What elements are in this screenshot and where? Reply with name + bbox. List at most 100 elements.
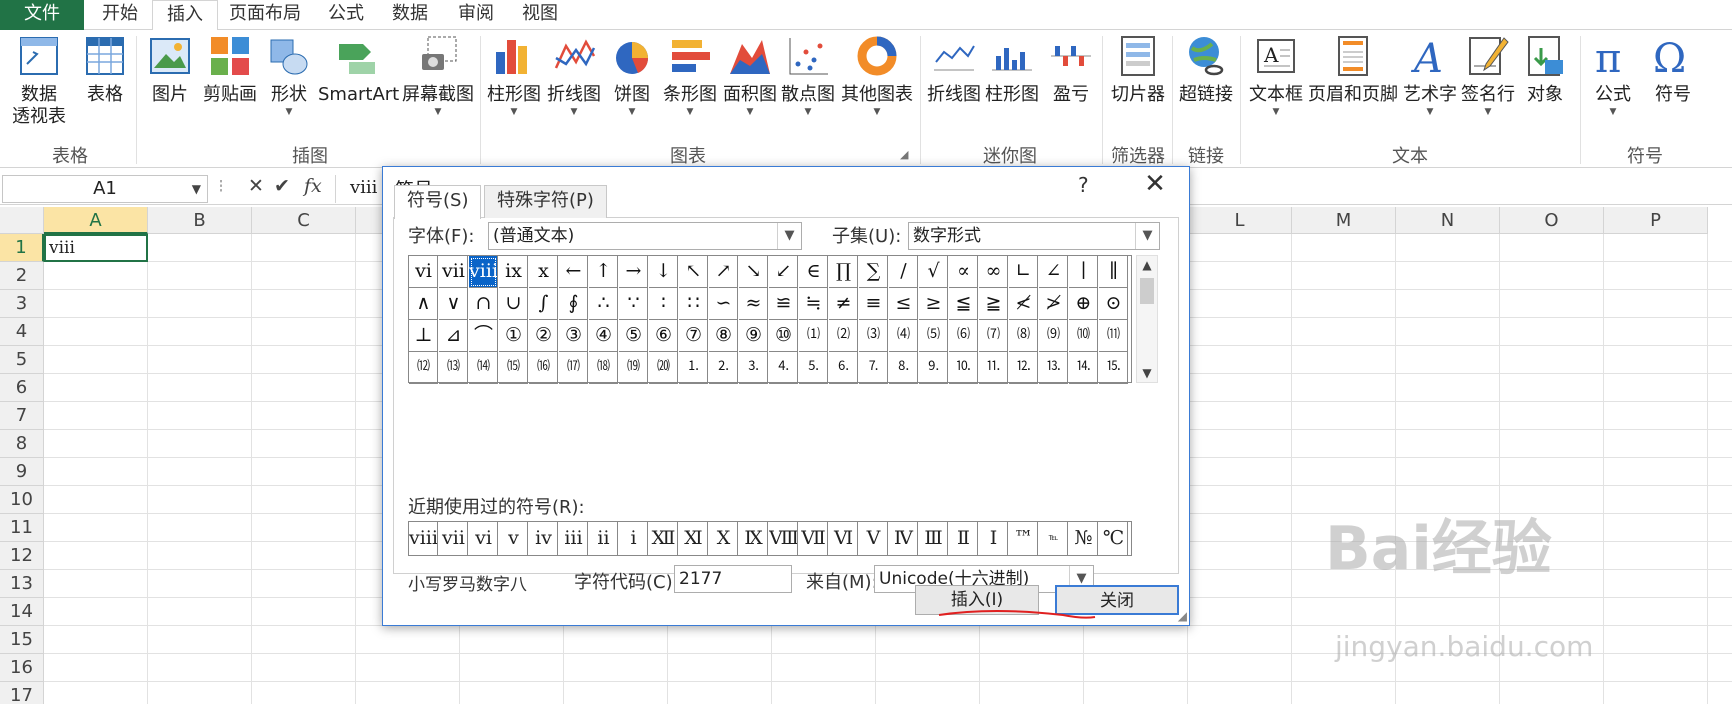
hyperlink-button[interactable]: 超链接 [1176,34,1236,106]
symbol-cell[interactable]: ∮ [559,288,588,320]
symbol-cell[interactable]: ∥ [1099,256,1128,288]
column-header[interactable]: M [1292,207,1396,234]
symbol-cell[interactable]: ≮ [1009,288,1038,320]
column-header[interactable]: O [1500,207,1604,234]
symbol-cell[interactable]: ≈ [739,288,768,320]
row-header[interactable]: 14 [0,598,44,626]
row-header[interactable]: 1 [0,234,44,262]
scatter-chart-button[interactable]: 散点图 ▼ [780,34,836,118]
symbol-cell[interactable]: ⑤ [619,320,648,352]
symbol-cell[interactable]: ⒉ [709,352,738,384]
symbol-cell[interactable]: ⑽ [1069,320,1098,352]
symbol-cell[interactable]: ∟ [1009,256,1038,288]
symbol-cell[interactable]: ∝ [949,256,978,288]
sparkline-column-button[interactable]: 柱形图 [984,34,1040,106]
symbol-cell[interactable]: ⒓ [1009,352,1038,384]
row-header[interactable]: 13 [0,570,44,598]
tab-view[interactable]: 视图 [508,0,572,30]
row-header[interactable]: 7 [0,402,44,430]
symbol-cell[interactable]: ∠ [1039,256,1068,288]
column-header[interactable]: L [1188,207,1292,234]
symbol-cell[interactable]: ∫ [529,288,558,320]
symbol-cell[interactable]: ⒈ [679,352,708,384]
row-header[interactable]: 3 [0,290,44,318]
insert-function-icon[interactable]: fx [304,175,322,197]
symbol-cell[interactable]: ∷ [679,288,708,320]
column-header[interactable]: P [1604,207,1708,234]
recent-symbol-cell[interactable]: Ⅻ [649,522,678,555]
row-header[interactable]: 17 [0,682,44,704]
recent-symbol-cell[interactable]: ⅴ [499,522,528,555]
chevron-down-icon[interactable]: ▼ [192,176,201,202]
symbol-cell[interactable]: ∧ [409,288,438,320]
recent-symbol-cell[interactable]: ⅰ [619,522,648,555]
tab-data[interactable]: 数据 [378,0,442,30]
recent-symbol-cell[interactable]: Ⅺ [679,522,708,555]
signature-line-button[interactable]: 签名行 ▼ [1460,34,1516,118]
object-button[interactable]: 对象 [1520,34,1570,106]
shapes-button[interactable]: 形状 ▼ [266,34,312,118]
symbol-cell[interactable]: ⒇ [649,352,678,384]
area-chart-button[interactable]: 面积图 ▼ [722,34,778,118]
row-header[interactable]: 2 [0,262,44,290]
symbol-cell[interactable]: ⒆ [619,352,648,384]
symbol-cell[interactable]: ≧ [979,288,1008,320]
tab-review[interactable]: 审阅 [444,0,508,30]
symbol-cell[interactable]: ∏ [829,256,858,288]
symbol-cell[interactable]: ↑ [589,256,618,288]
symbol-cell[interactable]: ⒏ [889,352,918,384]
row-header[interactable]: 15 [0,626,44,654]
symbol-cell[interactable]: ∵ [619,288,648,320]
tab-symbols[interactable]: 符号(S) [394,185,482,219]
symbol-cell[interactable]: ∈ [799,256,828,288]
help-icon[interactable]: ? [1078,173,1089,197]
symbol-cell[interactable]: ⒊ [739,352,768,384]
row-header[interactable]: 8 [0,430,44,458]
symbol-cell[interactable]: ⒄ [559,352,588,384]
cell-a1[interactable]: viii [44,234,148,262]
symbol-cell[interactable]: ⒖ [1099,352,1128,384]
symbol-cell[interactable]: ∨ [439,288,468,320]
screenshot-button[interactable]: 屏幕截图 ▼ [402,34,474,118]
symbol-cell[interactable]: ⅷ [469,256,498,288]
symbol-cell[interactable]: ⅸ [499,256,528,288]
recent-symbol-cell[interactable]: № [1069,522,1098,555]
symbol-cell[interactable]: ③ [559,320,588,352]
recent-symbol-cell[interactable]: ⅲ [559,522,588,555]
symbol-cell[interactable]: ∞ [979,256,1008,288]
symbol-cell[interactable]: ← [559,256,588,288]
recent-symbol-cell[interactable]: Ⅱ [949,522,978,555]
symbol-cell[interactable]: ∑ [859,256,888,288]
column-header[interactable]: N [1396,207,1500,234]
symbol-cell[interactable]: ∩ [469,288,498,320]
chevron-up-icon[interactable]: ▲ [1137,258,1157,272]
recent-symbol-cell[interactable]: Ⅲ [919,522,948,555]
symbol-cell[interactable]: ⊕ [1069,288,1098,320]
scrollbar-thumb[interactable] [1140,278,1154,304]
sparkline-line-button[interactable]: 折线图 [926,34,982,106]
column-header[interactable]: B [148,207,252,234]
symbol-cell[interactable]: ∪ [499,288,528,320]
symbol-button[interactable]: Ω 符号 [1648,34,1698,106]
chevron-down-icon[interactable]: ▼ [777,223,801,249]
symbol-cell[interactable]: ⒍ [829,352,858,384]
symbol-cell[interactable]: ⒃ [529,352,558,384]
chevron-down-icon[interactable]: ▼ [1137,366,1157,380]
symbol-cell[interactable]: ⒐ [919,352,948,384]
row-header[interactable]: 10 [0,486,44,514]
symbol-cell[interactable]: ∕ [889,256,918,288]
character-code-input[interactable]: 2177 [674,565,792,593]
symbol-cell[interactable]: ≥ [919,288,948,320]
symbol-cell[interactable]: ⑶ [859,320,888,352]
recent-symbol-cell[interactable]: ⅵ [469,522,498,555]
symbol-cell[interactable]: ≌ [769,288,798,320]
pivot-table-button[interactable]: 数据 透视表 [8,34,70,128]
clipart-button[interactable]: 剪贴画 [200,34,260,106]
bar-chart-button[interactable]: 条形图 ▼ [662,34,718,118]
font-select[interactable]: (普通文本) ▼ [488,222,802,250]
subset-select[interactable]: 数字形式 ▼ [908,222,1160,250]
symbol-cell[interactable]: ⑧ [709,320,738,352]
recent-symbol-cell[interactable]: ⅱ [589,522,618,555]
symbol-cell[interactable]: ⌒ [469,320,498,352]
recent-symbol-cell[interactable]: Ⅷ [769,522,798,555]
